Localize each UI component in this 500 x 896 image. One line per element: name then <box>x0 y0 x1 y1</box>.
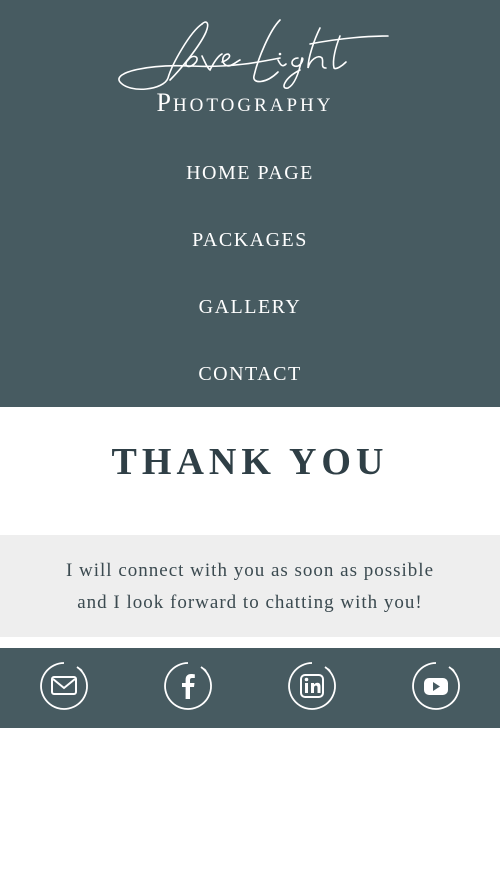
site-header: PHOTOGRAPHY HOME PAGE PACKAGES GALLERY C… <box>0 0 500 407</box>
confirmation-message: I will connect with you as soon as possi… <box>20 555 480 619</box>
logo-subtitle: PHOTOGRAPHY <box>110 88 380 118</box>
message-line-2: and I look forward to chatting with you! <box>77 592 423 613</box>
nav-contact[interactable]: CONTACT <box>0 354 500 394</box>
nav-gallery[interactable]: GALLERY <box>0 287 500 327</box>
social-links-bar <box>0 648 500 728</box>
youtube-icon[interactable] <box>411 661 461 711</box>
email-icon[interactable] <box>39 661 89 711</box>
linkedin-icon[interactable] <box>287 661 337 711</box>
message-section: I will connect with you as soon as possi… <box>0 535 500 637</box>
logo-subtitle-initial: P <box>156 88 173 117</box>
nav-home-page[interactable]: HOME PAGE <box>0 153 500 193</box>
nav-packages[interactable]: PACKAGES <box>0 220 500 260</box>
site-logo[interactable]: PHOTOGRAPHY <box>110 14 400 122</box>
logo-script-graphic <box>118 19 389 90</box>
page-title: THANK YOU <box>111 441 389 483</box>
logo-subtitle-rest: HOTOGRAPHY <box>172 95 334 116</box>
facebook-icon[interactable] <box>163 661 213 711</box>
message-line-1: I will connect with you as soon as possi… <box>65 560 435 581</box>
